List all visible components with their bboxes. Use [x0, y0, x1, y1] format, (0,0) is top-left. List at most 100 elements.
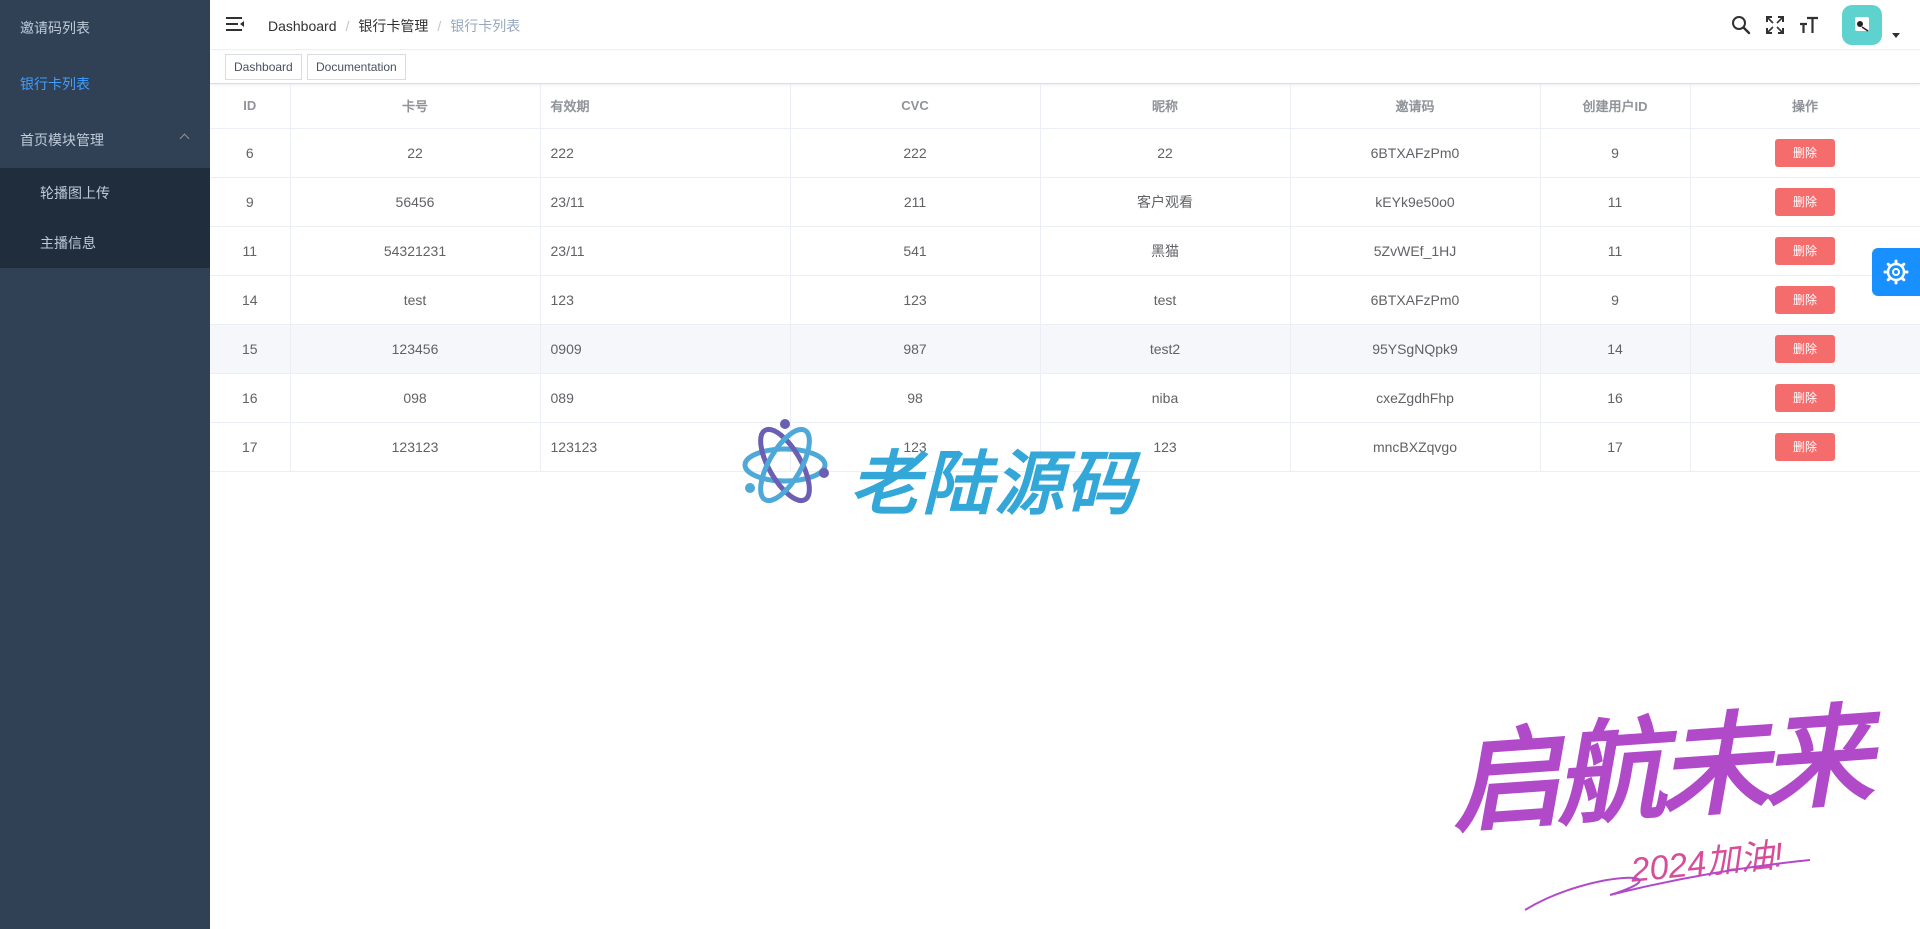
table-row: 16 098 089 98 niba cxeZgdhFhp 16 删除 — [210, 373, 1920, 423]
cell-card-number: 22 — [290, 128, 541, 178]
table-row: 6 22 222 222 22 6BTXAFzPm0 9 删除 — [210, 128, 1920, 178]
cell-card-number: 54321231 — [290, 226, 541, 276]
cell-creator-id: 11 — [1540, 177, 1691, 227]
cell-creator-id: 14 — [1540, 324, 1691, 374]
cell-actions: 删除 — [1690, 422, 1920, 472]
sidebar-item-label: 轮播图上传 — [40, 185, 110, 201]
cell-creator-id: 16 — [1540, 373, 1691, 423]
cell-nickname: test — [1040, 275, 1291, 325]
caret-down-icon[interactable] — [1892, 33, 1900, 38]
cell-nickname: 黑猫 — [1040, 226, 1291, 276]
cell-creator-id: 9 — [1540, 128, 1691, 178]
table-header-row: ID 卡号 有效期 CVC 昵称 邀请码 创建用户ID 操作 — [210, 84, 1920, 129]
cell-creator-id: 11 — [1540, 226, 1691, 276]
delete-button[interactable]: 删除 — [1775, 138, 1835, 167]
bank-card-table: ID 卡号 有效期 CVC 昵称 邀请码 创建用户ID 操作 6 22 222 … — [210, 84, 1920, 472]
cell-invite-code: kEYk9e50o0 — [1290, 177, 1541, 227]
cell-cvc: 987 — [790, 324, 1041, 374]
cell-cvc: 541 — [790, 226, 1041, 276]
cell-nickname: niba — [1040, 373, 1291, 423]
gear-icon — [1883, 259, 1909, 285]
cell-card-number: 098 — [290, 373, 541, 423]
column-header-creator-id: 创建用户ID — [1540, 84, 1691, 129]
cell-id: 14 — [210, 275, 291, 325]
cell-actions: 删除 — [1690, 324, 1920, 374]
cell-creator-id: 9 — [1540, 275, 1691, 325]
delete-button[interactable]: 删除 — [1775, 187, 1835, 216]
sidebar-item-label: 银行卡列表 — [20, 76, 90, 92]
cell-cvc: 98 — [790, 373, 1041, 423]
cell-expiry: 089 — [540, 373, 791, 423]
sidebar-item-invite-codes[interactable]: 邀请码列表 — [0, 0, 210, 56]
avatar[interactable] — [1842, 5, 1882, 45]
cell-cvc: 222 — [790, 128, 1041, 178]
table-row: 14 test 123 123 test 6BTXAFzPm0 9 删除 — [210, 275, 1920, 325]
cell-invite-code: 6BTXAFzPm0 — [1290, 275, 1541, 325]
column-header-actions: 操作 — [1690, 84, 1920, 129]
sidebar-submenu: 轮播图上传 主播信息 — [0, 168, 210, 268]
watermark-text: 老陆源码 — [850, 445, 1138, 523]
sidebar-item-streamer-info[interactable]: 主播信息 — [0, 218, 210, 268]
sidebar: 邀请码列表 银行卡列表 首页模块管理 轮播图上传 主播信息 — [0, 0, 210, 929]
cell-id: 11 — [210, 226, 291, 276]
breadcrumb-item-dashboard[interactable]: Dashboard — [268, 18, 337, 34]
watermark-logo: 老陆源码 — [740, 418, 1136, 523]
cell-card-number: test — [290, 275, 541, 325]
breadcrumb-item-bank-management[interactable]: 银行卡管理 — [358, 18, 428, 34]
breadcrumb-separator: / — [437, 18, 442, 34]
delete-button[interactable]: 删除 — [1775, 383, 1835, 412]
cell-invite-code: 5ZvWEf_1HJ — [1290, 226, 1541, 276]
tag-dashboard[interactable]: Dashboard — [225, 54, 302, 80]
sidebar-item-label: 邀请码列表 — [20, 20, 90, 36]
cell-card-number: 123456 — [290, 324, 541, 374]
cell-expiry: 23/11 — [540, 226, 791, 276]
cell-expiry: 0909 — [540, 324, 791, 374]
breadcrumb-item-current: 银行卡列表 — [450, 18, 521, 34]
breadcrumb-separator: / — [345, 18, 350, 34]
sidebar-item-carousel-upload[interactable]: 轮播图上传 — [0, 168, 210, 218]
settings-button[interactable] — [1872, 248, 1920, 296]
cell-id: 17 — [210, 422, 291, 472]
delete-button[interactable]: 删除 — [1775, 432, 1835, 461]
cell-card-number: 123123 — [290, 422, 541, 472]
search-icon[interactable] — [1730, 14, 1752, 36]
cell-actions: 删除 — [1690, 177, 1920, 227]
cell-expiry: 23/11 — [540, 177, 791, 227]
cell-id: 16 — [210, 373, 291, 423]
sidebar-item-label: 首页模块管理 — [20, 132, 104, 148]
cell-card-number: 56456 — [290, 177, 541, 227]
cell-expiry: 222 — [540, 128, 791, 178]
hamburger-icon[interactable] — [226, 16, 244, 32]
cell-id: 6 — [210, 128, 291, 178]
cell-actions: 删除 — [1690, 373, 1920, 423]
font-size-icon[interactable] — [1798, 14, 1820, 36]
cell-cvc: 123 — [790, 275, 1041, 325]
cell-nickname: test2 — [1040, 324, 1291, 374]
sidebar-item-home-modules[interactable]: 首页模块管理 — [0, 112, 210, 168]
column-header-invite-code: 邀请码 — [1290, 84, 1541, 129]
cell-invite-code: mncBXZqvgo — [1290, 422, 1541, 472]
cell-nickname: 客户观看 — [1040, 177, 1291, 227]
cell-id: 15 — [210, 324, 291, 374]
cell-invite-code: cxeZgdhFhp — [1290, 373, 1541, 423]
avatar-image-icon — [1855, 17, 1869, 32]
delete-button[interactable]: 删除 — [1775, 334, 1835, 363]
fullscreen-icon[interactable] — [1764, 14, 1786, 36]
cell-invite-code: 6BTXAFzPm0 — [1290, 128, 1541, 178]
table-row: 11 54321231 23/11 541 黑猫 5ZvWEf_1HJ 11 删… — [210, 226, 1920, 276]
atom-logo-icon — [742, 419, 829, 504]
cell-id: 9 — [210, 177, 291, 227]
column-header-cvc: CVC — [790, 84, 1041, 129]
watermark-slogan: 启航未来 2024加油! — [1430, 660, 1910, 920]
delete-button[interactable]: 删除 — [1775, 285, 1835, 314]
table-row: 15 123456 0909 987 test2 95YSgNQpk9 14 删… — [210, 324, 1920, 374]
column-header-card-number: 卡号 — [290, 84, 541, 129]
sidebar-item-label: 主播信息 — [40, 235, 96, 251]
sidebar-item-bank-cards[interactable]: 银行卡列表 — [0, 56, 210, 112]
tags-view: Dashboard Documentation — [210, 51, 1920, 84]
chevron-up-icon — [179, 133, 190, 144]
column-header-id: ID — [210, 84, 291, 129]
delete-button[interactable]: 删除 — [1775, 236, 1835, 265]
cell-expiry: 123 — [540, 275, 791, 325]
tag-documentation[interactable]: Documentation — [307, 54, 406, 80]
